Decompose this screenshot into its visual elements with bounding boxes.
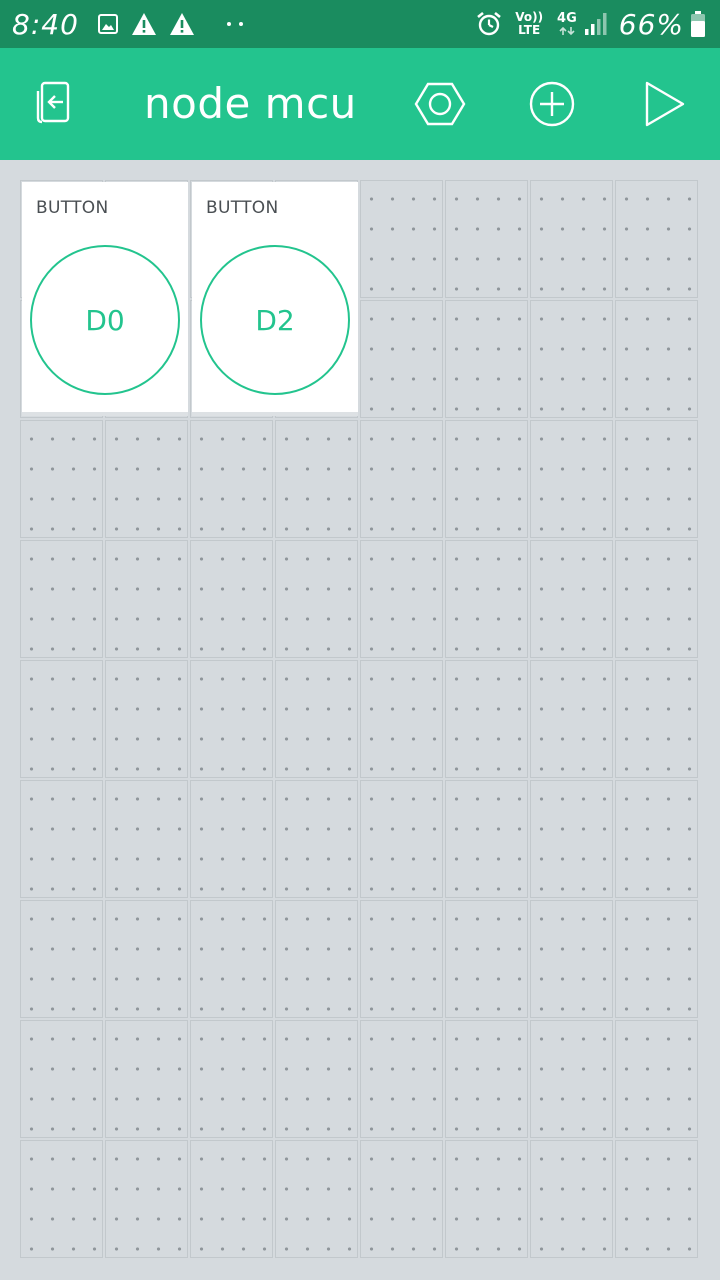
button-widget-d0[interactable]: BUTTON D0 [22,182,188,416]
grid-cell[interactable] [615,540,698,658]
grid-cell[interactable] [105,900,188,1018]
grid-cell[interactable] [445,540,528,658]
status-right: Vo)) LTE 4G 66% [475,0,706,48]
signal-icon [583,11,609,37]
widget-label: BUTTON [36,198,109,218]
grid-cell[interactable] [20,780,103,898]
grid-cell[interactable] [190,660,273,778]
grid-cell[interactable] [530,300,613,418]
grid-cell[interactable] [20,900,103,1018]
play-button[interactable] [636,76,692,132]
status-clock: 8:40 [12,7,79,41]
grid-cell[interactable] [445,1020,528,1138]
network-type: 4G [557,11,577,26]
grid-cell[interactable] [275,780,358,898]
add-widget-icon [529,81,575,127]
exit-button[interactable] [28,76,84,132]
status-left: 8:40 [12,0,257,48]
grid-cell[interactable] [615,900,698,1018]
grid-cell[interactable] [275,660,358,778]
grid-cell[interactable] [275,900,358,1018]
volte-bottom-label: LTE [518,23,541,37]
warning-icon [169,12,195,36]
button-widget-d2[interactable]: BUTTON D2 [192,182,358,416]
grid-cell[interactable] [530,660,613,778]
grid-cell[interactable] [360,1020,443,1138]
grid-cell[interactable] [530,900,613,1018]
more-dots-icon [225,20,245,28]
grid-cell[interactable] [105,420,188,538]
widget-push-button[interactable]: D0 [30,245,180,395]
grid-cell[interactable] [105,540,188,658]
widget-push-button[interactable]: D2 [200,245,350,395]
grid-cell[interactable] [190,900,273,1018]
grid-cell[interactable] [615,300,698,418]
grid-cell[interactable] [530,540,613,658]
grid-cell[interactable] [275,1140,358,1258]
grid-cell[interactable] [105,1020,188,1138]
grid-cell[interactable] [105,780,188,898]
grid-cell[interactable] [615,660,698,778]
app-bar: node mcu [0,48,720,160]
alarm-icon [475,10,503,38]
grid-cell[interactable] [105,1140,188,1258]
grid-cell[interactable] [275,1020,358,1138]
grid-cell[interactable] [530,180,613,298]
grid-cell[interactable] [20,420,103,538]
grid-cell[interactable] [445,900,528,1018]
grid-cell[interactable] [615,780,698,898]
grid-cell[interactable] [360,900,443,1018]
grid-cell[interactable] [360,420,443,538]
grid-cell[interactable] [105,660,188,778]
grid-cell[interactable] [190,1020,273,1138]
grid-cell[interactable] [360,660,443,778]
grid-cell[interactable] [530,420,613,538]
exit-icon [36,81,70,124]
grid-cell[interactable] [445,420,528,538]
grid-cell[interactable] [190,420,273,538]
grid-cell[interactable] [20,540,103,658]
grid-cell[interactable] [275,540,358,658]
grid-cell[interactable] [445,660,528,778]
grid-cell[interactable] [360,780,443,898]
grid-cell[interactable] [360,180,443,298]
project-title: node mcu [144,79,357,128]
grid-cell[interactable] [360,300,443,418]
grid-cell[interactable] [445,1140,528,1258]
play-icon [645,81,685,127]
settings-hex-icon [414,82,466,126]
grid-cell[interactable] [20,1020,103,1138]
grid-cell[interactable] [445,300,528,418]
volte-indicator: Vo)) LTE [515,11,543,37]
grid-cell[interactable] [615,420,698,538]
widget-pin-label: D2 [255,303,295,337]
network-indicator: 4G [557,12,577,36]
battery-percent: 66% [618,7,684,41]
grid-cell[interactable] [530,1020,613,1138]
add-widget-button[interactable] [524,76,580,132]
battery-icon [690,10,706,38]
grid-cell[interactable] [20,1140,103,1258]
widget-pin-label: D0 [85,303,125,337]
warning-icon [131,12,157,36]
grid-cell[interactable] [445,780,528,898]
grid-cell[interactable] [190,540,273,658]
grid-cell[interactable] [360,540,443,658]
image-icon [97,13,119,35]
grid-cell[interactable] [530,1140,613,1258]
data-arrows-icon [559,26,575,36]
grid-cell[interactable] [615,180,698,298]
grid-cell[interactable] [190,1140,273,1258]
grid-cell[interactable] [360,1140,443,1258]
grid-cell[interactable] [20,660,103,778]
widget-label: BUTTON [206,198,279,218]
settings-button[interactable] [412,76,468,132]
grid-cell[interactable] [190,780,273,898]
status-bar: 8:40 Vo)) LTE 4G 66% [0,0,720,48]
grid-cell[interactable] [615,1140,698,1258]
grid-cell[interactable] [615,1020,698,1138]
grid-cell[interactable] [275,420,358,538]
grid-cell[interactable] [530,780,613,898]
grid-cell[interactable] [445,180,528,298]
